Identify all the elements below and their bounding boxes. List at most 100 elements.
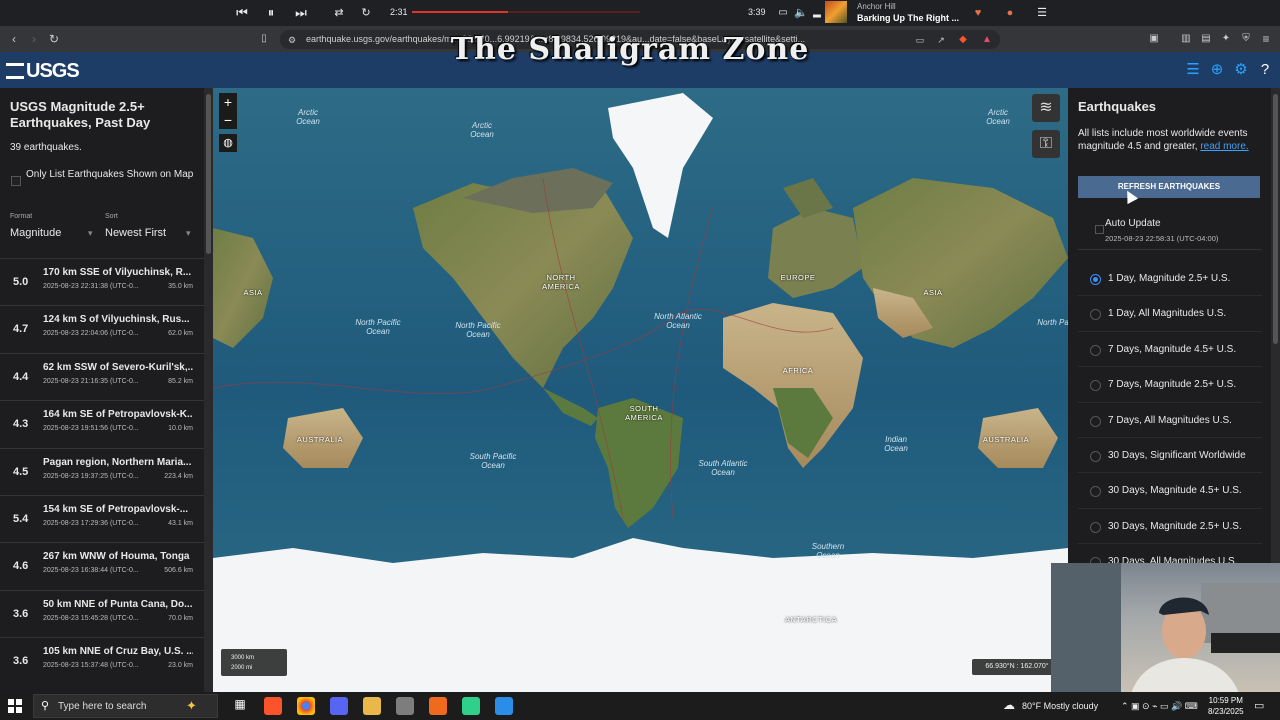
lyrics-icon[interactable]: ▭ <box>774 4 792 22</box>
menu-icon[interactable]: ☰ <box>1033 4 1051 22</box>
zoom-out-button[interactable]: − <box>219 111 237 129</box>
help-icon[interactable]: ? <box>1257 62 1273 78</box>
locate-globe-icon[interactable]: ◍ <box>219 134 237 152</box>
list-icon[interactable]: ☰ <box>1185 62 1201 78</box>
brave-shield-icon[interactable]: ◆ <box>955 32 971 48</box>
extensions-icon[interactable]: ✦ <box>1218 31 1234 47</box>
earthquake-list-item[interactable]: 4.4 62 km SSW of Severo-Kuril'sk,... 2025-… <box>0 352 204 400</box>
chrome-app-icon[interactable] <box>297 697 315 715</box>
bookmark-icon[interactable]: ▯ <box>256 31 272 47</box>
pause-icon[interactable]: ⏸ <box>262 4 280 22</box>
cast-icon[interactable]: ▭ <box>912 32 928 48</box>
earthquake-list-item[interactable]: 5.4 154 km SE of Petropavlovsk-... 2025-08… <box>0 494 204 542</box>
bing-sparkle-icon[interactable]: ✦ <box>186 698 197 714</box>
feed-option[interactable]: 30 Days, Magnitude 4.5+ U.S. <box>1078 473 1262 509</box>
feed-radio[interactable] <box>1090 380 1101 392</box>
notifications-icon[interactable]: ▭ <box>1254 699 1264 712</box>
read-more-link[interactable]: read more. <box>1200 141 1248 152</box>
feed-radio[interactable] <box>1090 521 1101 533</box>
feed-option[interactable]: 7 Days, Magnitude 2.5+ U.S. <box>1078 367 1262 403</box>
user-icon[interactable]: ● <box>1001 4 1019 22</box>
previous-track-icon[interactable]: ⏮ <box>233 4 251 22</box>
soundcloud-app-icon[interactable] <box>429 697 447 715</box>
steam-app-icon[interactable] <box>396 697 414 715</box>
auto-update-checkbox[interactable] <box>1095 225 1104 234</box>
feed-radio[interactable] <box>1090 486 1101 498</box>
paint-app-icon[interactable] <box>495 697 513 715</box>
earthquake-list-item[interactable]: 4.3 164 km SE of Petropavlovsk-K... 2025-0… <box>0 400 204 447</box>
windows-start-icon[interactable] <box>8 699 22 713</box>
layers-icon[interactable]: ≋ <box>1032 94 1060 122</box>
sort-select[interactable]: Newest First <box>105 227 166 239</box>
only-list-label[interactable]: Only List Earthquakes Shown on Map <box>26 167 196 182</box>
share-icon[interactable]: ↗ <box>933 32 949 48</box>
taskbar-clock[interactable]: 10:59 PM 8/23/2025 <box>1208 695 1244 717</box>
chevron-down-icon[interactable]: ▾ <box>88 228 93 239</box>
earthquake-map[interactable]: Arctic Ocean Arctic Ocean Arctic Ocean ASIA… <box>213 88 1068 692</box>
feed-option[interactable]: 30 Days, Magnitude 2.5+ U.S. <box>1078 509 1262 545</box>
site-info-icon[interactable]: ⚙ <box>284 32 300 48</box>
scrollbar-thumb[interactable] <box>1273 94 1278 344</box>
earthquake-list-item[interactable]: 4.6 267 km WNW of Houma, Tonga 2025-08-23 … <box>0 542 204 589</box>
zoom-in-button[interactable]: + <box>219 93 237 111</box>
feed-option[interactable]: 1 Day, Magnitude 2.5+ U.S. <box>1078 261 1262 297</box>
earthquake-list-item[interactable]: 4.7 124 km S of Vilyuchinsk, Rus... 2025-0… <box>0 305 204 352</box>
earthquake-list-item[interactable]: 3.6 50 km NNE of Punta Cana, Do... 2025-08… <box>0 589 204 637</box>
scrollbar-thumb[interactable] <box>206 94 211 254</box>
taskbar-search-input[interactable]: ⚲ Type here to search ✦ <box>33 694 218 718</box>
task-view-icon[interactable]: ▦ <box>231 697 249 715</box>
feed-option-label[interactable]: 30 Days, Magnitude 4.5+ U.S. <box>1108 485 1242 496</box>
forward-icon[interactable]: › <box>26 31 42 47</box>
feed-option-label[interactable]: 30 Days, Magnitude 2.5+ U.S. <box>1108 521 1242 532</box>
usgs-logo[interactable]: USGS <box>6 60 80 83</box>
feed-option-label[interactable]: 30 Days, Significant Worldwide <box>1108 450 1246 461</box>
file-explorer-icon[interactable] <box>363 697 381 715</box>
feed-option-label[interactable]: 1 Day, Magnitude 2.5+ U.S. <box>1108 273 1230 284</box>
feed-option-label[interactable]: 7 Days, Magnitude 4.5+ U.S. <box>1108 344 1236 355</box>
feed-option[interactable]: 1 Day, All Magnitudes U.S. <box>1078 296 1262 332</box>
list-scrollbar[interactable] <box>204 88 213 692</box>
discord-app-icon[interactable] <box>330 697 348 715</box>
feed-option-label[interactable]: 7 Days, All Magnitudes U.S. <box>1108 415 1232 426</box>
auto-update-label[interactable]: Auto Update <box>1105 218 1161 229</box>
feed-radio[interactable] <box>1090 344 1101 356</box>
feed-option[interactable]: 7 Days, All Magnitudes U.S. <box>1078 403 1262 438</box>
reload-icon[interactable]: ↻ <box>46 31 62 47</box>
feed-option-label[interactable]: 7 Days, Magnitude 2.5+ U.S. <box>1108 379 1236 390</box>
format-select[interactable]: Magnitude <box>10 227 61 239</box>
weather-text[interactable]: 80°F Mostly cloudy <box>1022 701 1098 711</box>
feed-radio[interactable] <box>1090 274 1101 285</box>
next-track-icon[interactable]: ⏭ <box>292 4 310 22</box>
feed-radio[interactable] <box>1090 415 1101 427</box>
feed-radio[interactable] <box>1090 309 1101 321</box>
settings-gear-icon[interactable]: ⚙ <box>1233 62 1249 78</box>
earthquake-list-item[interactable]: 3.6 105 km NNE of Cruz Bay, U.S. ... 2025-… <box>0 637 204 684</box>
heart-icon[interactable]: ♥ <box>969 4 987 22</box>
globe-icon[interactable]: ⊕ <box>1209 62 1225 78</box>
chevron-down-icon[interactable]: ▾ <box>186 228 191 239</box>
reader-icon[interactable]: ▣ <box>1146 31 1162 47</box>
feed-option[interactable]: 7 Days, Magnitude 4.5+ U.S. <box>1078 332 1262 368</box>
volume-slider-icon[interactable]: ▂ <box>808 4 826 22</box>
brave-app-icon[interactable] <box>264 697 282 715</box>
sidebar-icon[interactable]: ▥ <box>1178 31 1194 47</box>
feed-radio[interactable] <box>1090 450 1101 462</box>
refresh-earthquakes-button[interactable]: REFRESH EARTHQUAKES <box>1078 176 1260 198</box>
weather-icon[interactable]: ☁ <box>1003 698 1015 712</box>
earthquake-list-item[interactable]: 4.5 Pagan region, Northern Maria... 2025-0… <box>0 447 204 495</box>
wallet-icon[interactable]: ▤ <box>1198 31 1214 47</box>
earthquake-list-item[interactable]: 5.0 170 km SSE of Vilyuchinsk, R... 2025-0… <box>0 258 204 305</box>
only-list-checkbox[interactable] <box>11 176 21 186</box>
browser-menu-icon[interactable]: ≡ <box>1258 31 1274 47</box>
repeat-icon[interactable]: ↻ <box>357 4 375 22</box>
back-icon[interactable]: ‹ <box>6 31 22 47</box>
shuffle-icon[interactable]: ⇄ <box>330 4 348 22</box>
feed-option[interactable]: 30 Days, Significant Worldwide <box>1078 438 1262 474</box>
brave-rewards-icon[interactable]: ▲ <box>979 32 995 48</box>
system-tray-icons[interactable]: ⌃ ▣ ⊙ ⌁ ▭ 🔊 ⌨ <box>1121 701 1198 712</box>
feed-option-label[interactable]: 1 Day, All Magnitudes U.S. <box>1108 308 1226 319</box>
legend-key-icon[interactable]: ⚿ <box>1032 130 1060 158</box>
vpn-icon[interactable]: ⛨ <box>1238 31 1254 47</box>
chat-app-icon[interactable] <box>462 697 480 715</box>
track-progress-bar[interactable] <box>412 11 640 13</box>
